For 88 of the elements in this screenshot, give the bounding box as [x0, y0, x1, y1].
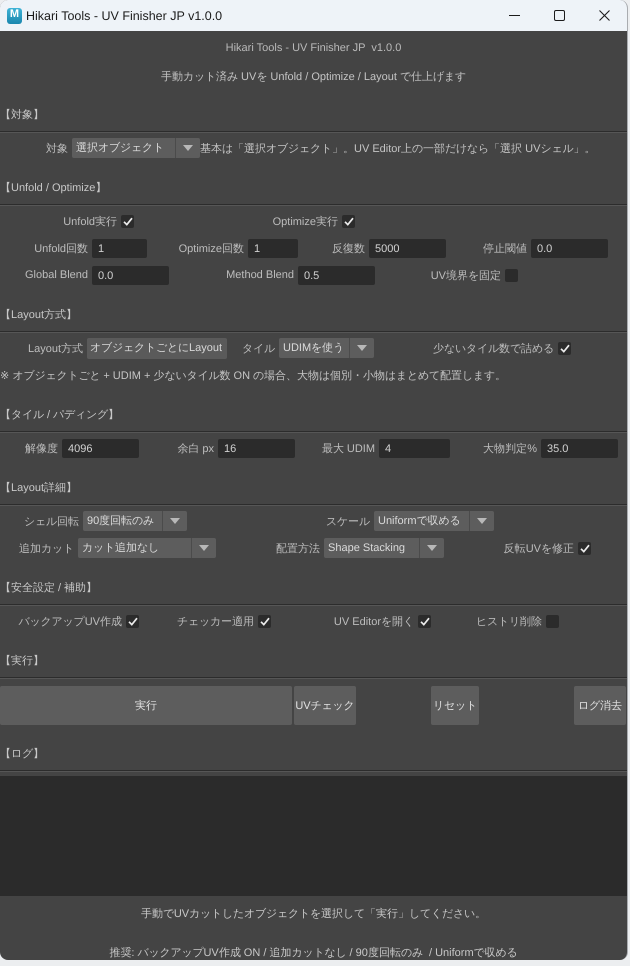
checkbox[interactable] [121, 214, 134, 228]
recommendation-text: 推奨: バックアップUV作成 ON / 追加カットなし / 90度回転のみ / Uniformで収める [109, 947, 518, 959]
caret-icon [427, 545, 437, 551]
text-field[interactable]: 0.0 [92, 266, 169, 284]
field-label: Method Blend [226, 269, 294, 281]
text-field[interactable]: 4 [379, 438, 450, 458]
checkbox-label: チェッカー適用 [177, 614, 254, 628]
caret-icon [183, 145, 193, 151]
note-text: ※ オブジェクトごと + UDIM + 少ないタイル数 ON の場合、大物は個別・小物はまとめて配置します。 [0, 368, 506, 382]
section-title: 【タイル / パディング】 [0, 409, 120, 421]
dropdown[interactable]: Uniformで収める [374, 511, 494, 531]
run-button[interactable]: 実行 [0, 686, 292, 725]
checkbox-label: UV境界を固定 [430, 268, 501, 282]
dropdown[interactable]: 選択オブジェクト [72, 138, 200, 158]
checkbox[interactable] [258, 614, 271, 628]
field-label: Unfold回数 [34, 242, 88, 256]
dropdown-label: 配置方法 [276, 542, 320, 556]
app-logo: M [7, 8, 22, 24]
note-text: 基本は「選択オブジェクト」。UV Editor上の一部だけなら「選択 UVシェル」。 [200, 142, 596, 156]
maximize-icon [554, 10, 565, 21]
field-label: 停止閾値 [483, 242, 527, 256]
app-subtitle: 手動カット済み UVを Unfold / Optimize / Layout で仕上げます [160, 71, 466, 83]
checkmark-icon [122, 216, 132, 226]
field-label: 反復数 [332, 242, 365, 256]
checkbox[interactable] [578, 542, 591, 554]
checkbox[interactable] [342, 214, 355, 228]
close-icon [599, 10, 610, 21]
dropdown-label: 対象 [46, 142, 68, 156]
field-label: 解像度 [25, 442, 58, 456]
checkbox-label: バックアップUV作成 [18, 614, 122, 628]
checkbox-label: 反転UVを修正 [504, 542, 574, 556]
checkbox[interactable] [505, 268, 518, 282]
checkbox-label: 少ないタイル数で詰める [433, 342, 554, 356]
clear-log-button[interactable]: ログ消去 [574, 686, 626, 725]
caret-icon [199, 545, 209, 551]
checkbox[interactable] [558, 342, 571, 354]
text-field[interactable]: 1 [92, 238, 147, 258]
reset-button[interactable]: リセット [431, 686, 479, 725]
section-title: 【対象】 [0, 109, 44, 121]
text-field[interactable]: 16 [218, 438, 295, 458]
text-field[interactable]: 0.5 [298, 266, 375, 284]
checkbox-label: ヒストリ削除 [476, 614, 542, 628]
checkbox-label: Unfold実行 [63, 214, 117, 228]
section-title: 【Layout方式】 [0, 309, 78, 321]
text-field[interactable]: 4096 [62, 438, 139, 458]
field-label: 余白 px [177, 442, 214, 456]
section-title: 【実行】 [0, 655, 44, 667]
dropdown[interactable]: Shape Stacking [324, 538, 444, 558]
checkmark-icon [260, 616, 270, 626]
dropdown-label: スケール [326, 514, 370, 528]
caret-icon [477, 518, 487, 524]
checkmark-icon [560, 344, 570, 352]
dropdown[interactable]: 90度回転のみ [83, 511, 187, 531]
field-label: 大物判定% [483, 442, 537, 456]
checkbox-label: UV Editorを開く [334, 614, 414, 628]
status-message: 手動でUVカットしたオブジェクトを選択して「実行」してください。 [140, 908, 486, 920]
field-label: Global Blend [25, 269, 88, 281]
field-label: 最大 UDIM [322, 442, 375, 456]
text-field[interactable]: 0.0 [531, 238, 608, 258]
checkmark-icon [128, 616, 138, 626]
checkbox[interactable] [126, 614, 139, 628]
checkmark-icon [580, 544, 590, 552]
window-title: Hikari Tools - UV Finisher JP v1.0.0 [26, 8, 222, 22]
caret-icon [357, 345, 367, 351]
minimize-icon [509, 15, 520, 16]
checkbox[interactable] [546, 614, 559, 628]
section-title: 【Unfold / Optimize】 [0, 182, 106, 194]
checkmark-icon [344, 216, 354, 226]
text-field[interactable]: 35.0 [541, 438, 618, 458]
dropdown-label: タイル [242, 342, 275, 356]
checkbox-label: Optimize実行 [272, 214, 338, 228]
checkmark-icon [420, 616, 430, 626]
section-title: 【安全設定 / 補助】 [0, 582, 98, 594]
field-label: Layout方式 [28, 342, 83, 356]
dropdown[interactable]: カット追加なし [78, 538, 216, 558]
app-title: Hikari Tools - UV Finisher JP v1.0.0 [226, 42, 402, 54]
section-title: 【Layout詳細】 [0, 482, 78, 494]
dropdown[interactable]: UDIMを使う [279, 338, 374, 358]
dropdown-label: シェル回転 [24, 514, 79, 528]
caret-icon [170, 518, 180, 524]
field-label: Optimize回数 [178, 242, 244, 256]
display-field[interactable]: オブジェクトごとにLayout [87, 338, 227, 358]
uv-check-button[interactable]: UVチェック [294, 686, 356, 725]
dropdown-label: 追加カット [19, 542, 74, 556]
checkbox[interactable] [418, 614, 431, 628]
section-title: 【ログ】 [0, 748, 44, 760]
text-field[interactable]: 1 [248, 238, 298, 258]
text-field[interactable]: 5000 [369, 238, 446, 258]
